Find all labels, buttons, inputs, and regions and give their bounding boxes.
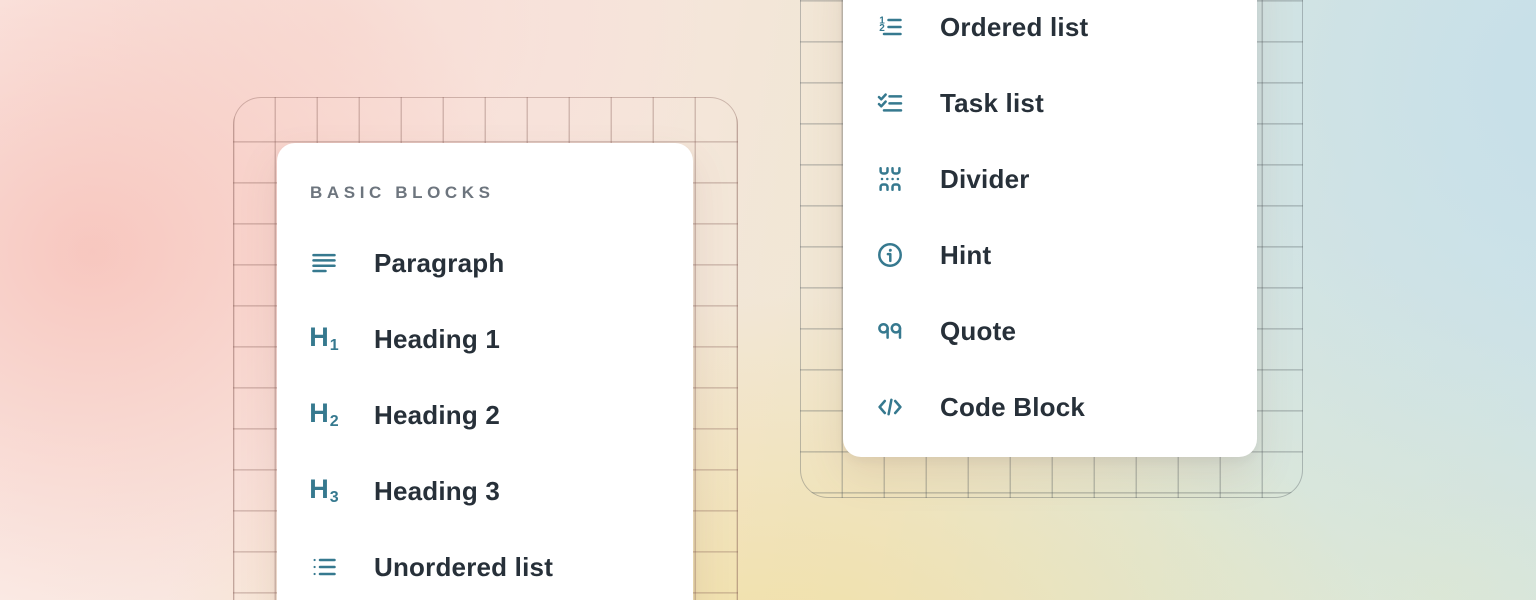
section-title: BASIC BLOCKS bbox=[310, 182, 495, 204]
menu-item-label: Ordered list bbox=[940, 12, 1088, 43]
background-gradient bbox=[0, 0, 1536, 600]
menu-item-task-list[interactable]: Task list bbox=[843, 65, 1257, 141]
menu-item-label: Paragraph bbox=[374, 248, 504, 279]
menu-item-label: Code Block bbox=[940, 392, 1085, 423]
ordered-list-icon: 12 bbox=[876, 13, 904, 41]
unordered-list-icon bbox=[310, 553, 338, 581]
menu-item-label: Heading 1 bbox=[374, 324, 500, 355]
menu-item-quote[interactable]: Quote bbox=[843, 293, 1257, 369]
quote-icon bbox=[876, 317, 904, 345]
menu-item-label: Hint bbox=[940, 240, 991, 271]
menu-item-paragraph[interactable]: Paragraph bbox=[277, 225, 693, 301]
menu-item-label: Unordered list bbox=[374, 552, 553, 583]
menu-item-label: Quote bbox=[940, 316, 1016, 347]
code-block-icon bbox=[876, 393, 904, 421]
svg-text:2: 2 bbox=[879, 23, 885, 34]
heading-1-icon: H1 bbox=[310, 325, 338, 353]
heading-2-icon: H2 bbox=[310, 401, 338, 429]
paragraph-icon bbox=[310, 249, 338, 277]
menu-item-ordered-list[interactable]: 12 Ordered list bbox=[843, 0, 1257, 65]
menu-item-label: Task list bbox=[940, 88, 1044, 119]
more-blocks-card: 12 Ordered list Task list Divider Hint Q… bbox=[843, 0, 1257, 457]
task-list-icon bbox=[876, 89, 904, 117]
divider-icon bbox=[876, 165, 904, 193]
menu-item-label: Heading 3 bbox=[374, 476, 500, 507]
menu-item-heading-3[interactable]: H3 Heading 3 bbox=[277, 453, 693, 529]
hint-icon bbox=[876, 241, 904, 269]
menu-item-hint[interactable]: Hint bbox=[843, 217, 1257, 293]
menu-item-label: Heading 2 bbox=[374, 400, 500, 431]
menu-item-heading-1[interactable]: H1 Heading 1 bbox=[277, 301, 693, 377]
menu-item-unordered-list[interactable]: Unordered list bbox=[277, 529, 693, 600]
menu-item-divider[interactable]: Divider bbox=[843, 141, 1257, 217]
menu-item-label: Divider bbox=[940, 164, 1030, 195]
editor-block-menu-illustration: BASIC BLOCKS Paragraph H1 Heading 1 H2 H… bbox=[0, 0, 1536, 600]
basic-blocks-card: BASIC BLOCKS Paragraph H1 Heading 1 H2 H… bbox=[277, 143, 693, 600]
menu-item-heading-2[interactable]: H2 Heading 2 bbox=[277, 377, 693, 453]
more-blocks-menu: 12 Ordered list Task list Divider Hint Q… bbox=[843, 0, 1257, 445]
basic-blocks-menu: Paragraph H1 Heading 1 H2 Heading 2 H3 H… bbox=[277, 225, 693, 600]
heading-3-icon: H3 bbox=[310, 477, 338, 505]
menu-item-code-block[interactable]: Code Block bbox=[843, 369, 1257, 445]
